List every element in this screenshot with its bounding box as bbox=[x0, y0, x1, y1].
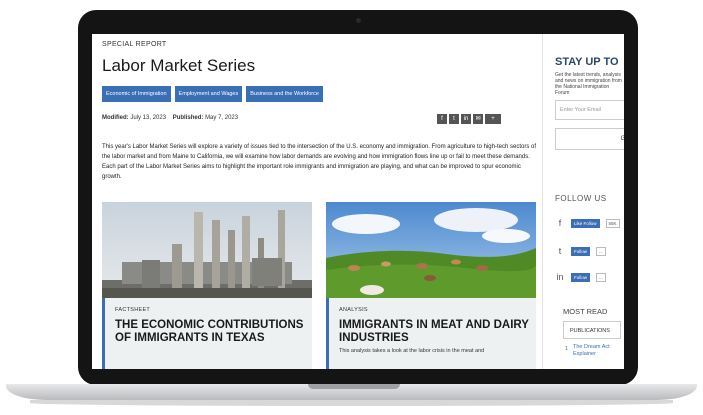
article-intro: This year's Labor Market Series will exp… bbox=[102, 144, 537, 180]
modified-label: Modified: bbox=[102, 115, 129, 121]
card-kicker: ANALYSIS bbox=[339, 307, 368, 313]
linkedin-count: ... bbox=[596, 272, 606, 282]
card-kicker: FACTSHEET bbox=[115, 307, 151, 313]
newsletter-subtitle: Get the latest trends, analysis and news… bbox=[555, 72, 622, 96]
published-date: May 7, 2023 bbox=[205, 115, 239, 121]
page-title: Labor Market Series bbox=[102, 56, 256, 75]
follow-us-label: FOLLOW US bbox=[555, 194, 607, 203]
facebook-count: 55K bbox=[605, 218, 620, 228]
cows-pasture-photo bbox=[326, 202, 536, 298]
card-title[interactable]: IMMIGRANTS IN MEAT AND DAIRY INDUSTRIES bbox=[339, 319, 536, 345]
refinery-photo bbox=[102, 202, 312, 298]
twitter-count: ... bbox=[596, 246, 606, 256]
facebook-follow-row: f Like Follow 55K bbox=[555, 216, 624, 230]
modified-date: July 13, 2023 bbox=[130, 115, 167, 121]
article-main: SPECIAL REPORT Labor Market Series Econo… bbox=[92, 34, 542, 369]
twitter-share-icon[interactable]: t bbox=[449, 114, 459, 124]
most-read-link[interactable]: The Dream Act Explainer bbox=[573, 344, 624, 358]
linkedin-follow-button[interactable]: Follow bbox=[571, 272, 591, 282]
email-field[interactable]: Enter Your Email bbox=[555, 100, 624, 120]
article-dates: Modified: July 13, 2023 Published: May 7… bbox=[102, 115, 238, 121]
more-share-icon[interactable]: + bbox=[485, 114, 501, 124]
linkedin-share-icon[interactable]: in bbox=[461, 114, 471, 124]
card-description: This analysis takes a look at the labor … bbox=[339, 348, 485, 354]
newsletter-title: STAY UP TO bbox=[555, 56, 619, 68]
laptop-base-notch bbox=[308, 384, 400, 389]
card-title[interactable]: THE ECONOMIC CONTRIBUTIONS OF IMMIGRANTS… bbox=[115, 319, 312, 345]
twitter-follow-button[interactable]: Follow bbox=[571, 246, 591, 256]
article-eyebrow: SPECIAL REPORT bbox=[102, 41, 167, 48]
webcam bbox=[356, 18, 361, 23]
facebook-follow-button[interactable]: Like Follow bbox=[571, 218, 600, 228]
most-read-number: 1 bbox=[565, 346, 569, 352]
twitter-icon[interactable]: t bbox=[555, 246, 565, 256]
card-text: FACTSHEET THE ECONOMIC CONTRIBUTIONS OF … bbox=[102, 298, 312, 369]
laptop-screen: SPECIAL REPORT Labor Market Series Econo… bbox=[92, 34, 624, 369]
tag-economics[interactable]: Economic of Immigration bbox=[102, 86, 171, 102]
facebook-share-icon[interactable]: f bbox=[437, 114, 447, 124]
article-card-texas[interactable]: FACTSHEET THE ECONOMIC CONTRIBUTIONS OF … bbox=[102, 202, 312, 369]
linkedin-icon[interactable]: in bbox=[555, 272, 565, 282]
published-label: Published: bbox=[172, 115, 204, 121]
linkedin-follow-row: in Follow ... bbox=[555, 270, 624, 284]
tag-business[interactable]: Business and the Workforce bbox=[246, 86, 323, 102]
tag-list: Economic of Immigration Employment and W… bbox=[102, 86, 323, 102]
card-text: ANALYSIS IMMIGRANTS IN MEAT AND DAIRY IN… bbox=[326, 298, 536, 369]
article-card-meat-dairy[interactable]: ANALYSIS IMMIGRANTS IN MEAT AND DAIRY IN… bbox=[326, 202, 536, 369]
most-read-heading: MOST READ bbox=[563, 307, 608, 316]
share-bar: f t in ✉ + bbox=[437, 114, 501, 124]
laptop-frame: SPECIAL REPORT Labor Market Series Econo… bbox=[0, 0, 703, 415]
twitter-follow-row: t Follow ... bbox=[555, 244, 624, 258]
tag-employment[interactable]: Employment and Wages bbox=[174, 86, 243, 102]
tab-publications[interactable]: PUBLICATIONS bbox=[563, 321, 621, 339]
right-rail: STAY UP TO Get the latest trends, analys… bbox=[542, 34, 624, 369]
email-share-icon[interactable]: ✉ bbox=[473, 114, 483, 124]
go-button[interactable]: GO bbox=[555, 128, 624, 150]
facebook-icon[interactable]: f bbox=[555, 218, 565, 228]
laptop-shadow bbox=[30, 400, 673, 406]
